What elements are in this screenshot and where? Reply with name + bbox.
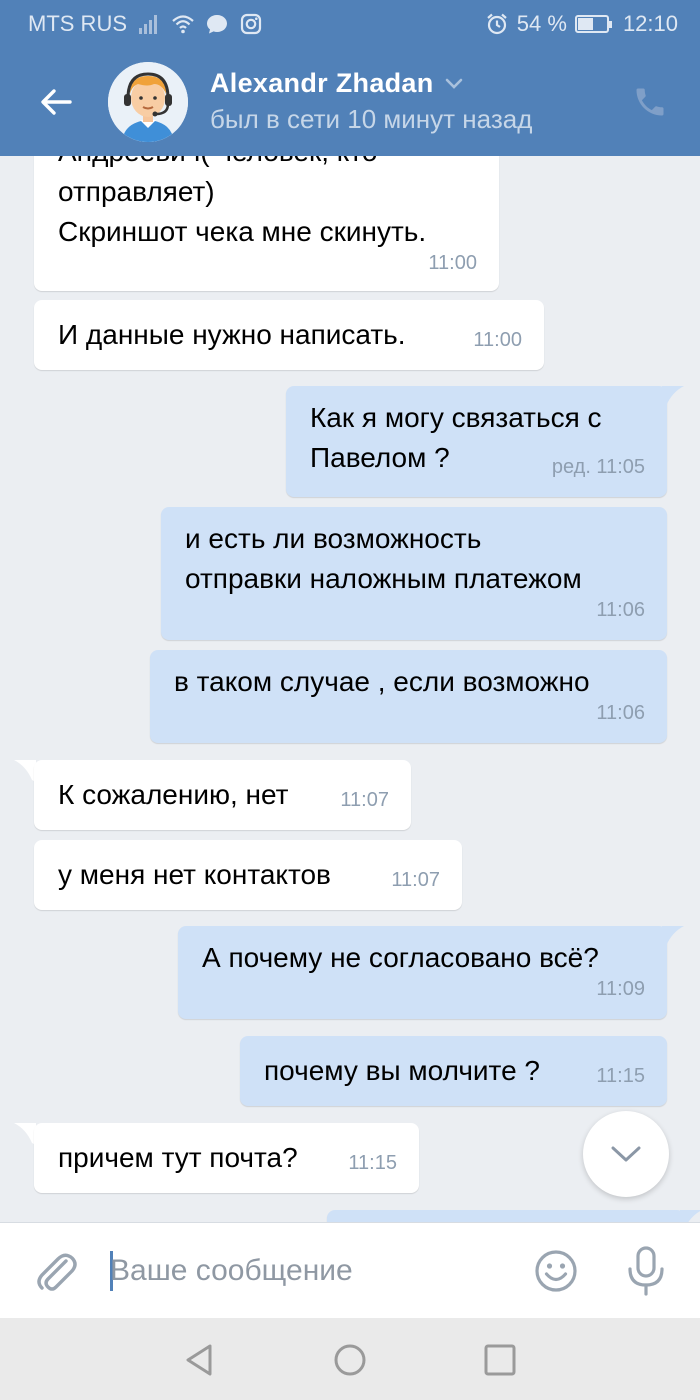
chat-bubble-icon	[207, 15, 227, 34]
message-time: 11:15	[348, 1152, 397, 1174]
chevron-down-icon	[445, 78, 462, 89]
message-time: 11:07	[340, 789, 389, 811]
message-text: и есть ли возможность отправки наложным …	[185, 523, 582, 594]
microphone-button[interactable]	[624, 1245, 668, 1297]
phone-icon	[636, 88, 664, 116]
message-text: почему вы молчите ?	[264, 1055, 540, 1086]
nav-back-icon[interactable]	[180, 1340, 220, 1380]
contact-status: был в сети 10 минут назад	[210, 104, 533, 134]
emoji-button[interactable]	[534, 1249, 578, 1293]
message-text: И данные нужно написать.	[58, 319, 406, 350]
message-incoming[interactable]: у меня нет контактов 11:07	[34, 840, 462, 910]
message-time: 11:06	[596, 599, 645, 621]
back-arrow-icon	[41, 89, 72, 115]
message-incoming[interactable]: И данные нужно написать. 11:00	[34, 300, 544, 370]
message-time: 11:15	[596, 1065, 645, 1087]
carrier-label: MTS RUS	[28, 11, 127, 36]
message-input[interactable]	[110, 1247, 510, 1295]
microphone-icon	[628, 1246, 664, 1296]
message-composer	[0, 1222, 700, 1318]
alarm-icon	[487, 13, 507, 35]
wifi-icon	[172, 15, 194, 34]
scroll-down-button[interactable]	[583, 1111, 669, 1197]
message-time: 11:00	[473, 329, 522, 351]
message-outgoing[interactable]: А почему не согласовано всё? 11:09	[178, 926, 667, 1019]
message-incoming[interactable]: К сожалению, нет 11:07	[34, 760, 411, 830]
message-time: 11:09	[596, 978, 645, 1000]
contact-name-label: Alexandr Zhadan	[210, 68, 434, 98]
message-time: 11:00	[428, 252, 477, 274]
message-time: ред. 11:05	[551, 456, 645, 478]
message-text: К сожалению, нет	[58, 779, 289, 810]
message-incoming[interactable]: Андреевич( человек, кто отправляет) Скри…	[34, 156, 499, 291]
message-outgoing[interactable]: почему вы молчите ? 11:15	[240, 1036, 667, 1106]
message-text: в таком случае , если возможно	[174, 666, 590, 697]
emoji-icon	[535, 1250, 577, 1292]
message-time: 11:07	[391, 869, 440, 891]
call-button[interactable]	[628, 80, 672, 124]
system-nav-bar	[0, 1318, 700, 1400]
battery-icon	[574, 15, 612, 33]
message-outgoing[interactable]: и есть ли возможность отправки наложным …	[161, 507, 667, 640]
nav-recents-icon[interactable]	[480, 1340, 520, 1380]
message-outgoing-partial[interactable]	[327, 1210, 685, 1222]
back-button[interactable]	[30, 76, 82, 128]
message-text: причем тут почта?	[58, 1142, 298, 1173]
paperclip-icon	[37, 1253, 77, 1291]
status-time: 12:10	[622, 11, 678, 36]
message-text: у меня нет контактов	[58, 859, 331, 890]
bubble-tail	[14, 1123, 36, 1145]
message-outgoing[interactable]: в таком случае , если возможно 11:06	[150, 650, 667, 743]
bubble-tail	[662, 926, 684, 948]
bubble-tail	[662, 386, 684, 408]
nav-home-icon[interactable]	[330, 1340, 370, 1380]
message-incoming[interactable]: причем тут почта? 11:15	[34, 1123, 419, 1193]
chat-header: Alexandr Zhadan был в сети 10 минут наза…	[0, 48, 700, 156]
message-list[interactable]: Андреевич( человек, кто отправляет) Скри…	[0, 156, 700, 1222]
bubble-tail	[14, 760, 36, 782]
contact-name[interactable]: Alexandr Zhadan	[210, 68, 464, 99]
bubble-tail	[680, 1210, 700, 1222]
chevron-down-icon	[611, 1146, 641, 1162]
message-outgoing[interactable]: Как я могу связаться с Павелом ? ред. 11…	[286, 386, 667, 497]
avatar-illustration	[108, 62, 188, 142]
message-text: А почему не согласовано всё?	[202, 942, 599, 973]
attach-button[interactable]	[32, 1247, 80, 1295]
avatar[interactable]	[108, 62, 188, 142]
status-bar: MTS RUS 54 % 12:10	[0, 0, 700, 48]
app-header: MTS RUS 54 % 12:10 Alexandr Zhadan был в…	[0, 0, 700, 156]
signal-icon	[139, 15, 157, 34]
battery-percent: 54 %	[516, 11, 567, 36]
instagram-icon	[240, 13, 262, 35]
message-time: 11:06	[596, 702, 645, 724]
message-text: Андреевич( человек, кто отправляет) Скри…	[58, 156, 427, 247]
